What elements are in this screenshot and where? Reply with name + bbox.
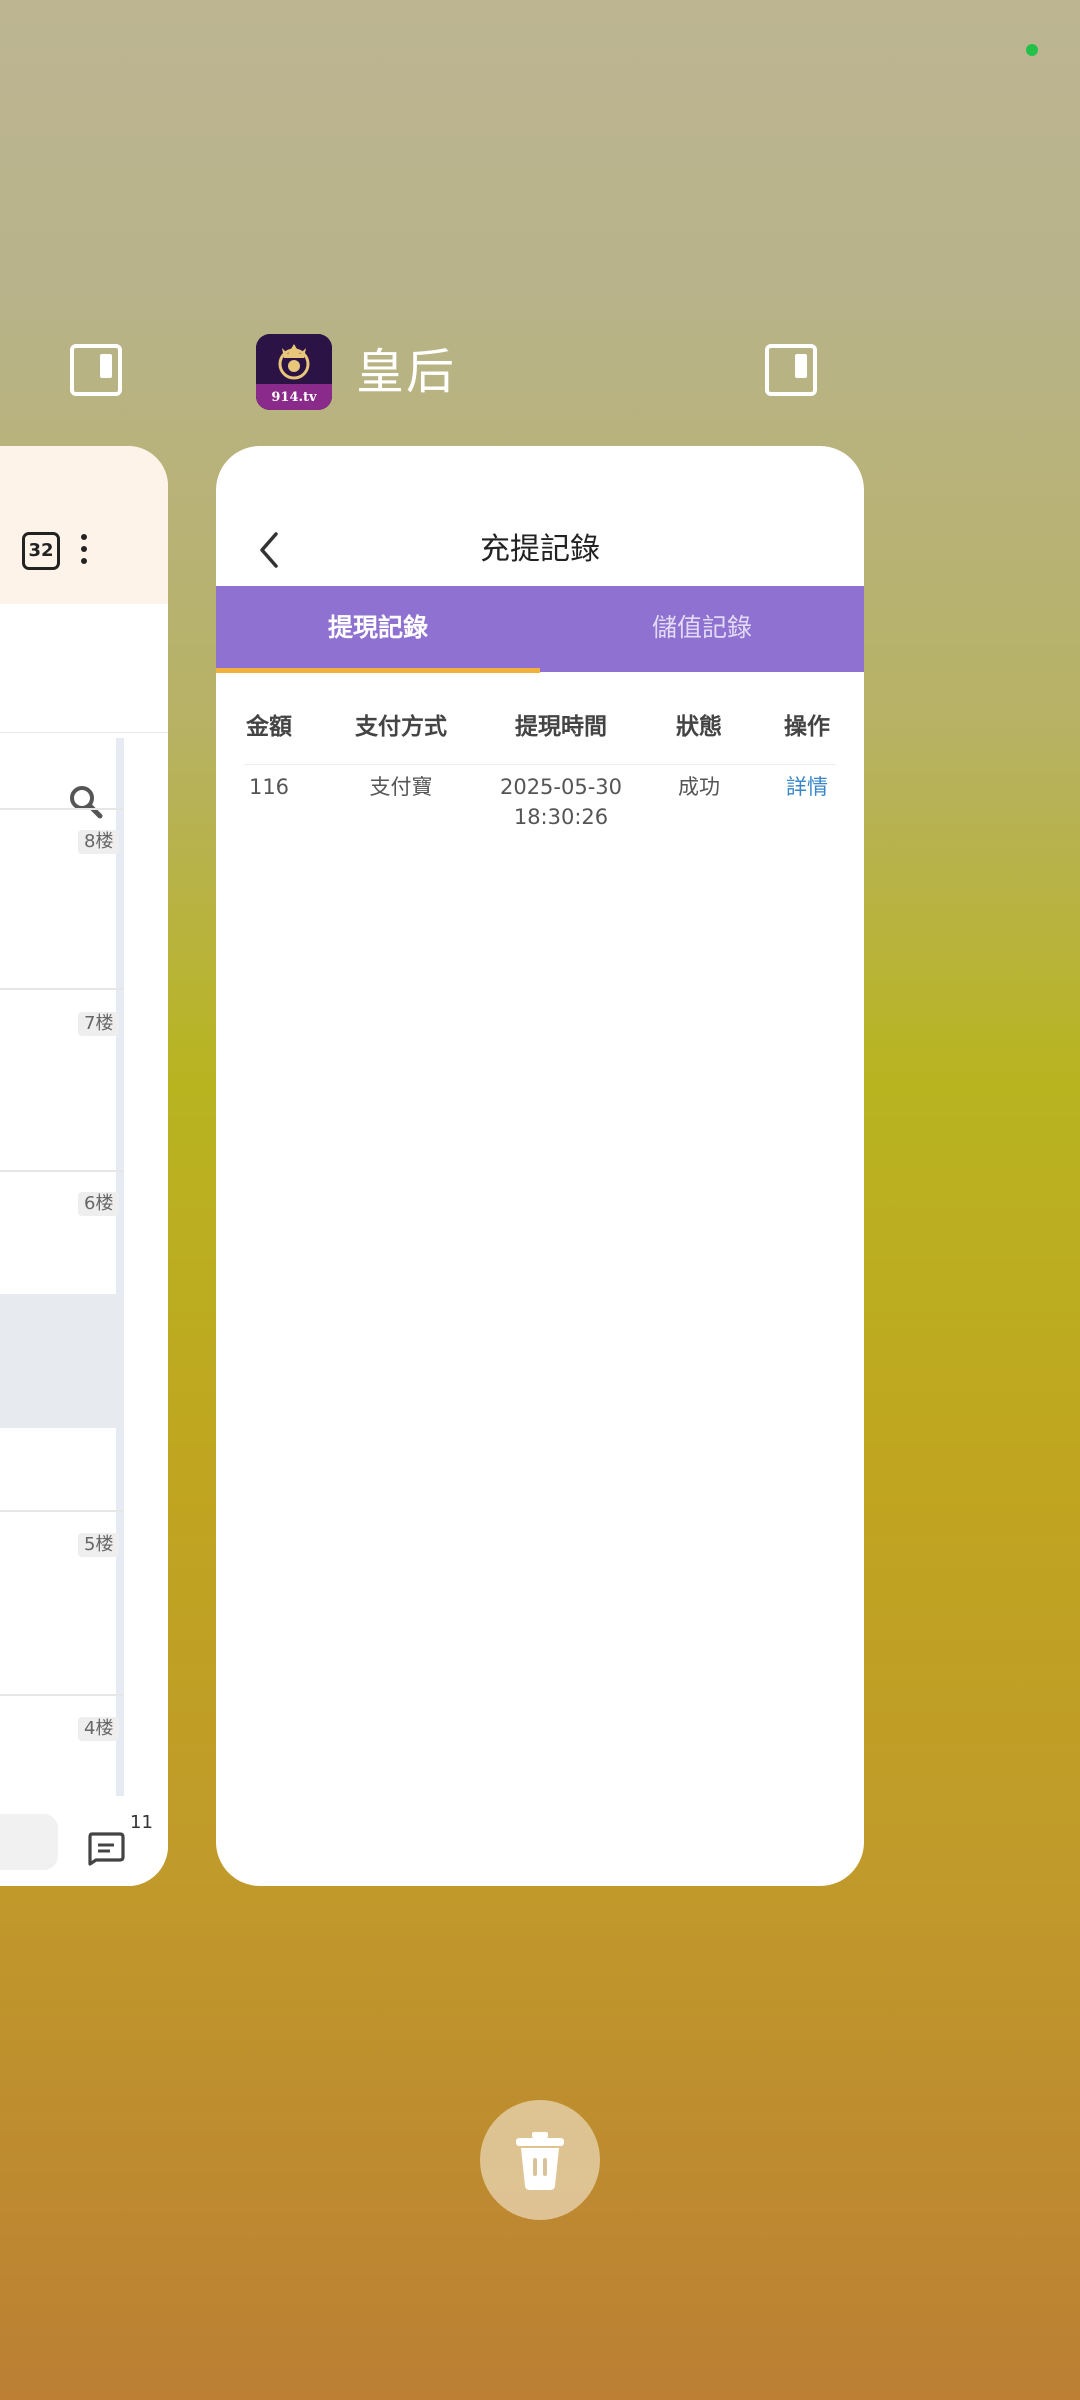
clear-all-button[interactable] xyxy=(480,2100,600,2220)
split-screen-icon-left[interactable] xyxy=(70,344,122,396)
floor-badge: 7楼 xyxy=(78,1012,120,1036)
column-header-time: 提現時間 xyxy=(515,714,607,740)
status-indicator-dot xyxy=(1026,44,1038,56)
active-tab-indicator xyxy=(216,668,540,673)
header-divider xyxy=(244,764,836,765)
search-bar xyxy=(0,604,168,819)
column-header-status: 狀態 xyxy=(676,714,722,740)
divider xyxy=(0,988,124,990)
trash-icon xyxy=(516,2132,564,2190)
floor-badge: 5楼 xyxy=(78,1533,120,1557)
main-app-card[interactable]: 充提記錄 提現記錄 儲值記錄 金額 支付方式 提現時間 狀態 操作 116 支付… xyxy=(216,446,864,1886)
divider xyxy=(0,808,124,810)
divider xyxy=(0,1510,124,1512)
divider xyxy=(0,1170,124,1172)
scrollbar[interactable] xyxy=(116,738,124,1848)
column-header-amount: 金額 xyxy=(246,714,292,740)
table-header: 金額 支付方式 提現時間 狀態 操作 xyxy=(216,702,864,752)
divider xyxy=(0,1694,124,1696)
browser-toolbar: 32 xyxy=(0,446,168,604)
app-title: 皇后 xyxy=(356,344,457,400)
comment-icon[interactable] xyxy=(86,1830,126,1866)
cell-date: 2025-05-30 xyxy=(499,775,623,799)
page-title: 充提記錄 xyxy=(480,532,600,567)
tab-deposit-records[interactable]: 儲值記錄 xyxy=(540,586,864,672)
cell-method: 支付寶 xyxy=(369,775,433,799)
floor-badge: 4楼 xyxy=(78,1717,120,1741)
cell-time: 18:30:26 xyxy=(513,805,609,829)
tab-bar: 提現記錄 儲值記錄 xyxy=(216,586,864,673)
app-icon[interactable]: 914.tv xyxy=(256,334,332,410)
column-header-method: 支付方式 xyxy=(355,714,447,740)
search-icon[interactable] xyxy=(68,784,104,820)
more-menu-icon[interactable] xyxy=(81,534,87,570)
floor-badge: 6楼 xyxy=(78,1192,120,1216)
tab-withdrawal-records[interactable]: 提現記錄 xyxy=(216,586,540,672)
comment-input[interactable] xyxy=(0,1814,58,1870)
comment-count: 11 xyxy=(130,1812,153,1833)
app-icon-text: 914.tv xyxy=(271,390,317,405)
floor-badge: 8楼 xyxy=(78,830,120,854)
details-link[interactable]: 詳情 xyxy=(778,772,836,802)
cell-amount: 116 xyxy=(248,775,290,799)
left-app-card[interactable]: 32 8楼 7楼 6楼 5楼 4楼 11 xyxy=(0,446,168,1886)
column-header-action: 操作 xyxy=(784,714,830,740)
highlighted-block xyxy=(0,1294,124,1428)
split-screen-icon-main[interactable] xyxy=(765,344,817,396)
tab-count-button[interactable]: 32 xyxy=(22,532,60,570)
cell-status: 成功 xyxy=(678,775,720,799)
